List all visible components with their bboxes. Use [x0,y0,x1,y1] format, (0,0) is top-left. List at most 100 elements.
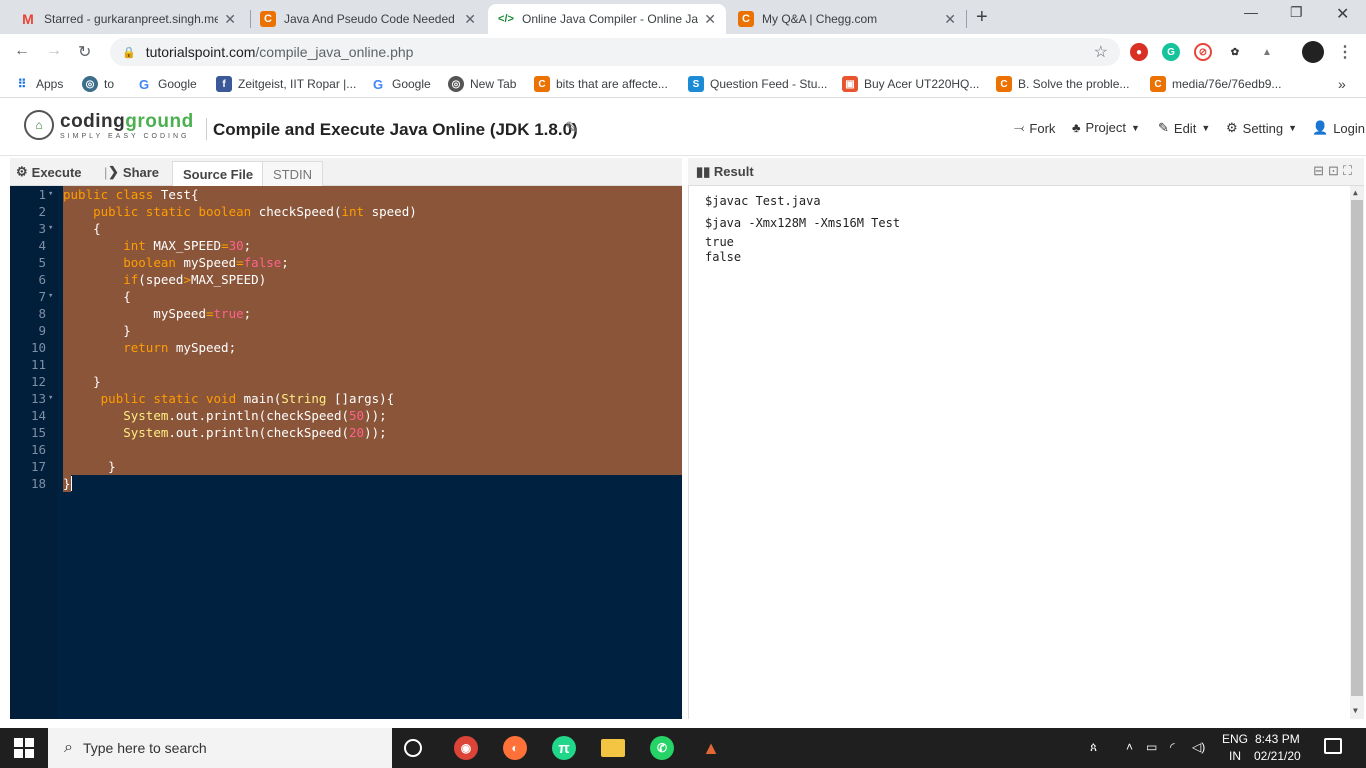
tray-chevron-up-icon[interactable]: ˄ [1126,740,1133,754]
code-line[interactable]: 13 ▾ public static void main(String []arg… [10,390,682,407]
code-line[interactable]: 7 ▾ { [10,288,682,305]
fold-arrow-icon[interactable]: ▾ [48,390,53,407]
bookmark-google[interactable]: G Google [136,76,197,92]
code-token: speed) [364,204,417,219]
setting-menu[interactable]: ⚙ Setting ▼ [1226,120,1297,136]
code-line[interactable]: 8 mySpeed=true; [10,305,682,322]
output-line: $java -Xmx128M -Xms16M Test [705,216,901,230]
cortana-icon[interactable] [404,739,422,757]
code-token: Test{ [160,187,199,202]
extension-adblock-icon[interactable]: ● [1130,43,1148,61]
firefox-icon[interactable]: ◐ [503,736,527,760]
code-line[interactable]: 4 int MAX_SPEED=30; [10,237,682,254]
bookmark-buy-acer[interactable]: ▣ Buy Acer UT220HQ... [842,76,979,92]
code-line[interactable]: 3 ▾ { [10,220,682,237]
battery-icon[interactable]: ▭ [1146,740,1157,754]
pycharm-icon[interactable]: π [552,736,576,760]
bookmark-zeitgeist[interactable]: f Zeitgeist, IIT Ropar |... [216,76,356,92]
bookmark-star-icon[interactable]: ☆ [1094,42,1108,62]
bookmark-media[interactable]: Cmedia/76e/76edb9... [1150,76,1281,92]
scrollbar-thumb[interactable] [1351,200,1363,696]
restore-icon[interactable]: ❐ [1290,4,1303,21]
edit-menu[interactable]: ✎ Edit ▼ [1158,120,1210,136]
reload-icon[interactable]: ↻ [78,42,91,62]
tab-source-file[interactable]: Source File [172,161,265,186]
new-tab-plus-icon[interactable]: + [976,6,988,29]
matlab-icon[interactable]: ▲ [699,736,723,760]
whatsapp-icon[interactable]: ✆ [650,736,674,760]
close-tab-icon[interactable]: ✕ [464,11,476,28]
execute-button[interactable]: ⚙ Execute [16,164,82,180]
bookmark-apps[interactable]: ⠿ Apps [14,76,64,92]
fold-arrow-icon[interactable]: ▾ [48,186,53,203]
bookmark-google-2[interactable]: G Google [370,76,431,92]
system-clock[interactable]: 8:43 PM 02/21/20 [1254,731,1301,765]
code-text: } [63,373,101,390]
close-tab-icon[interactable]: ✕ [944,11,956,28]
code-line[interactable]: 2 public static boolean checkSpeed(int s… [10,203,682,220]
google-drive-icon[interactable]: ▲ [1258,43,1276,61]
taskbar-search-box[interactable]: ⌕ Type here to search [48,728,392,768]
code-line[interactable]: 18} [10,475,682,492]
bookmark-question-feed[interactable]: S Question Feed - Stu... [688,76,827,92]
codingground-logo[interactable]: ⌂ codingground SIMPLY EASY CODING [24,110,194,140]
browser-tab-chegg-qa[interactable]: C My Q&A | Chegg.com ✕ [728,4,966,34]
back-arrow-icon[interactable]: ← [14,42,30,60]
close-window-icon[interactable]: ✕ [1336,4,1349,24]
bookmark-new-tab[interactable]: ◎ New Tab [448,76,516,92]
code-line[interactable]: 1 ▾ public class Test{ [10,186,682,203]
chegg-icon: C [738,11,754,27]
people-icon[interactable]: ጰ [1090,740,1097,755]
scroll-up-icon[interactable]: ▲ [1353,188,1358,197]
browser-tab-gmail[interactable]: M Starred - gurkaranpreet.singh.me ✕ [10,4,246,34]
edit-title-icon[interactable]: ✎ [565,118,578,138]
code-line[interactable]: 11 [10,356,682,373]
wifi-icon[interactable]: ◜ [1170,740,1175,754]
close-tab-icon[interactable]: ✕ [704,11,716,28]
close-tab-icon[interactable]: ✕ [224,11,236,28]
tab-stdin[interactable]: STDIN [262,161,323,186]
file-explorer-icon[interactable] [601,739,625,757]
bookmark-solve-problem[interactable]: C B. Solve the proble... [996,76,1129,92]
project-menu[interactable]: ♣ Project ▼ [1072,120,1140,135]
scroll-down-icon[interactable]: ▼ [1353,706,1358,715]
chrome-menu-icon[interactable]: ⋮ [1336,43,1354,61]
notification-center-icon[interactable] [1324,738,1342,754]
fold-arrow-icon[interactable]: ▾ [48,220,53,237]
login-button[interactable]: 👤 Login [1312,120,1365,136]
code-line[interactable]: 6 if(speed>MAX_SPEED) [10,271,682,288]
code-line[interactable]: 12 } [10,373,682,390]
grammarly-icon[interactable]: G [1162,43,1180,61]
browser-tab-chegg-question[interactable]: C Java And Pseudo Code Needed M ✕ [250,4,486,34]
line-number: 14 [30,408,46,423]
code-line[interactable]: 10 return mySpeed; [10,339,682,356]
result-header: ▮▮ Result ⊟⊡⛶ [688,158,1364,186]
address-bar[interactable]: 🔒 tutorialspoint.com/compile_java_online… [110,38,1120,66]
code-line[interactable]: 16 [10,441,682,458]
code-token: } [63,374,101,389]
language-indicator[interactable]: ENG IN [1222,731,1248,765]
fold-arrow-icon[interactable]: ▾ [48,288,53,305]
chrome-icon[interactable]: ◉ [454,736,478,760]
code-line[interactable]: 9 } [10,322,682,339]
bookmark-to[interactable]: ◎ to [82,76,114,92]
forward-arrow-icon[interactable]: → [46,42,62,60]
fork-button[interactable]: ⤙ Fork [1014,120,1055,136]
code-line[interactable]: 15 System.out.println(checkSpeed(20)); [10,424,682,441]
volume-icon[interactable]: ◁) [1192,740,1205,754]
result-window-controls-icon[interactable]: ⊟⊡⛶ [1313,163,1356,179]
bookmark-bits[interactable]: Cbits that are affecte... [534,76,668,92]
extension-block-icon[interactable]: ⊘ [1194,43,1212,61]
code-line[interactable]: 5 boolean mySpeed=false; [10,254,682,271]
more-bookmarks-icon[interactable]: » [1338,76,1346,92]
code-editor[interactable]: 1 ▾ public class Test{2 public static bool… [10,186,682,719]
extension-puzzle-icon[interactable]: ✿ [1226,43,1244,61]
windows-start-icon[interactable] [14,738,34,758]
minimize-icon[interactable]: — [1244,4,1258,20]
code-line[interactable]: 14 System.out.println(checkSpeed(50)); [10,407,682,424]
browser-tab-online-java-compiler[interactable]: </> Online Java Compiler - Online Ja ✕ [488,4,726,34]
share-button[interactable]: ❯ Share [108,164,159,180]
profile-avatar[interactable] [1302,41,1324,63]
code-line[interactable]: 17 } [10,458,682,475]
result-scrollbar[interactable]: ▲ ▼ [1350,186,1364,719]
